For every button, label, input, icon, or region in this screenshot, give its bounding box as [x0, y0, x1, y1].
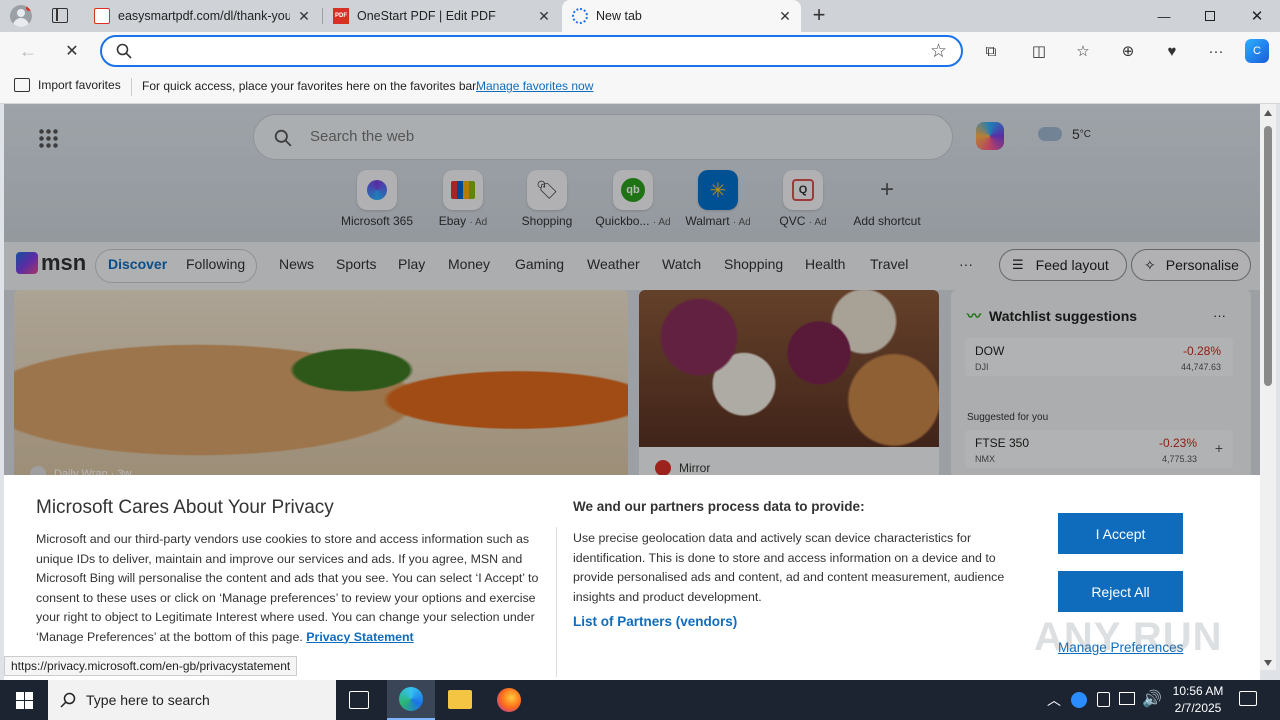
restore-icon [1205, 11, 1215, 21]
stop-loading-button[interactable]: ✕ [60, 39, 84, 63]
scroll-up-arrow[interactable] [1264, 110, 1272, 116]
status-bar-url: https://privacy.microsoft.com/en-gb/priv… [4, 656, 298, 676]
consent-divider [556, 527, 557, 677]
new-tab-button[interactable]: + [808, 4, 830, 26]
favorites-icon[interactable]: ☆ [1071, 39, 1095, 63]
collections-icon[interactable]: ⊕ [1116, 39, 1140, 63]
start-button[interactable] [0, 680, 48, 720]
notifications-icon[interactable] [1239, 691, 1257, 706]
favorites-divider [131, 78, 132, 96]
tray-chevron-icon[interactable]: ︿ [1047, 690, 1061, 710]
tab-close-icon[interactable]: ✕ [536, 8, 552, 24]
scroll-thumb[interactable] [1264, 126, 1272, 386]
address-bar[interactable]: ☆ [100, 35, 963, 67]
tab-close-icon[interactable]: ✕ [777, 8, 793, 24]
tab-actions-icon[interactable] [52, 8, 68, 23]
restore-button[interactable] [1187, 0, 1233, 32]
split-screen-icon[interactable]: ◫ [1027, 39, 1051, 63]
extensions-icon[interactable]: ⧉ [979, 39, 1003, 63]
tab-new-tab[interactable]: New tab ✕ [562, 0, 801, 32]
loading-spinner-icon [572, 8, 588, 24]
close-window-button[interactable]: ✕ [1234, 0, 1280, 32]
firefox-icon[interactable] [497, 688, 521, 712]
pdf-favicon-icon: PDF [333, 8, 349, 24]
browser-toolbar: ← ✕ ☆ ⧉ ◫ ☆ ⊕ ♥ ··· C [0, 32, 1280, 70]
accept-button[interactable]: I Accept [1058, 513, 1183, 554]
clock-time[interactable]: 10:56 AM [1170, 684, 1226, 698]
windows-taskbar: Type here to search ︿ 🔊 10:56 AM 2/7/202… [0, 680, 1280, 720]
partners-body-container: Use precise geolocation data and activel… [573, 529, 1035, 607]
consent-body-container: Microsoft and our third-party vendors us… [36, 530, 546, 658]
copilot-icon[interactable]: C [1245, 39, 1269, 63]
file-explorer-icon[interactable] [448, 690, 472, 709]
tab-title: easysmartpdf.com/dl/thank-you [118, 9, 290, 23]
taskbar-search-box[interactable]: Type here to search [48, 680, 336, 720]
settings-more-icon[interactable]: ··· [1204, 39, 1228, 63]
import-favorites-button[interactable]: Import favorites [14, 78, 121, 92]
clock-date[interactable]: 2/7/2025 [1170, 701, 1226, 715]
taskbar-search-placeholder: Type here to search [86, 692, 210, 708]
partners-body: Use precise geolocation data and activel… [573, 531, 1005, 604]
tab-close-icon[interactable]: ✕ [296, 8, 312, 24]
tab-title: New tab [596, 9, 642, 23]
tray-edge-icon[interactable] [1071, 692, 1087, 708]
tab-strip: easysmartpdf.com/dl/thank-you ✕ PDF OneS… [0, 0, 1280, 32]
windows-logo-icon [15, 691, 33, 709]
manage-favorites-link[interactable]: Manage favorites now [476, 79, 593, 93]
gmail-favicon-icon [94, 8, 110, 24]
tab-onestart-pdf[interactable]: PDF OneStart PDF | Edit PDF ✕ [323, 0, 560, 32]
favorite-star-icon[interactable]: ☆ [930, 40, 947, 63]
list-of-partners-link[interactable]: List of Partners (vendors) [573, 614, 737, 629]
tray-device-icon[interactable] [1097, 692, 1110, 707]
profile-avatar[interactable] [10, 5, 32, 27]
anyrun-watermark: ANY RUN [1034, 615, 1223, 659]
tab-easysmartpdf[interactable]: easysmartpdf.com/dl/thank-you ✕ [84, 0, 320, 32]
minimize-button[interactable]: — [1141, 0, 1187, 32]
consent-body: Microsoft and our third-party vendors us… [36, 532, 539, 644]
performance-icon[interactable]: ♥ [1160, 39, 1184, 63]
edge-taskbar-icon[interactable] [387, 680, 435, 720]
privacy-statement-link[interactable]: Privacy Statement [306, 630, 413, 644]
scroll-down-arrow[interactable] [1264, 660, 1272, 666]
network-icon[interactable] [1119, 692, 1135, 705]
page-scrollbar[interactable] [1260, 104, 1276, 670]
import-favorites-label: Import favorites [38, 78, 121, 92]
back-button[interactable]: ← [16, 39, 40, 63]
search-icon [60, 692, 76, 708]
privacy-consent-banner: Microsoft Cares About Your Privacy Micro… [4, 475, 1260, 680]
reject-all-button[interactable]: Reject All [1058, 571, 1183, 612]
favorites-bar: Import favorites For quick access, place… [0, 70, 1280, 104]
task-view-icon[interactable] [349, 691, 369, 709]
consent-title: Microsoft Cares About Your Privacy [36, 497, 334, 518]
tab-title: OneStart PDF | Edit PDF [357, 9, 496, 23]
partners-title: We and our partners process data to prov… [573, 499, 865, 514]
favorites-hint: For quick access, place your favorites h… [142, 79, 479, 93]
volume-icon[interactable]: 🔊 [1142, 689, 1162, 709]
search-icon [116, 43, 132, 59]
import-icon [14, 78, 30, 92]
